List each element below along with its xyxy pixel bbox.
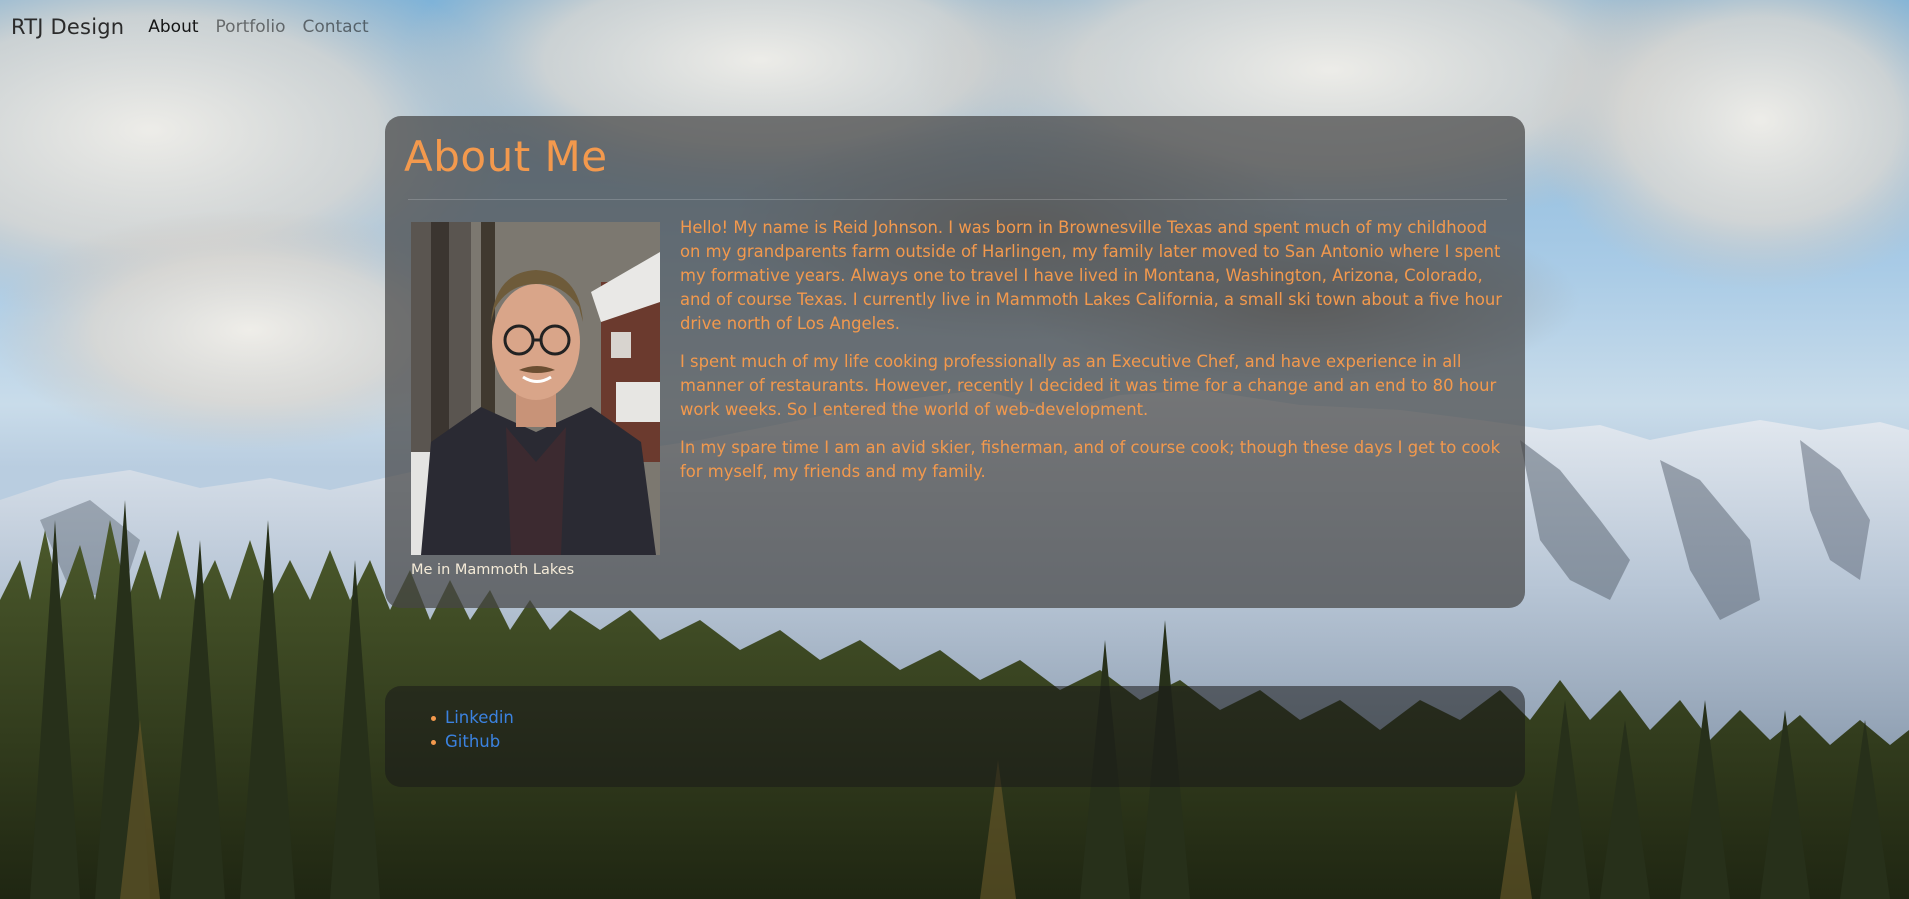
bio-paragraph-2: I spent much of my life cooking professi… <box>680 352 1497 419</box>
about-card: About Me Me in Mammoth Lakes Hello! My n… <box>385 116 1525 608</box>
top-navbar: RTJ Design About Portfolio Contact <box>0 0 1909 54</box>
social-links-card: Linkedin Github <box>385 686 1525 787</box>
bio-paragraph-3: In my spare time I am an avid skier, fis… <box>680 438 1501 481</box>
social-links-list: Linkedin Github <box>431 706 514 754</box>
bio-text: Hello! My name is Reid Johnson. I was bo… <box>680 216 1510 498</box>
page-title: About Me <box>404 132 608 181</box>
bio-paragraph-1: Hello! My name is Reid Johnson. I was bo… <box>680 218 1503 333</box>
photo-caption: Me in Mammoth Lakes <box>411 562 575 578</box>
linkedin-link[interactable]: Linkedin <box>445 708 514 727</box>
list-item: Linkedin <box>431 706 514 730</box>
brand-logo-link[interactable]: RTJ Design <box>11 15 124 39</box>
nav-link-portfolio[interactable]: Portfolio <box>216 17 286 37</box>
nav-links: About Portfolio Contact <box>148 17 368 37</box>
nav-link-about[interactable]: About <box>148 17 198 37</box>
person-portrait-image <box>411 222 660 555</box>
list-item: Github <box>431 730 514 754</box>
profile-photo <box>411 222 660 555</box>
nav-link-contact[interactable]: Contact <box>302 17 368 37</box>
github-link[interactable]: Github <box>445 732 500 751</box>
title-divider <box>408 199 1507 200</box>
